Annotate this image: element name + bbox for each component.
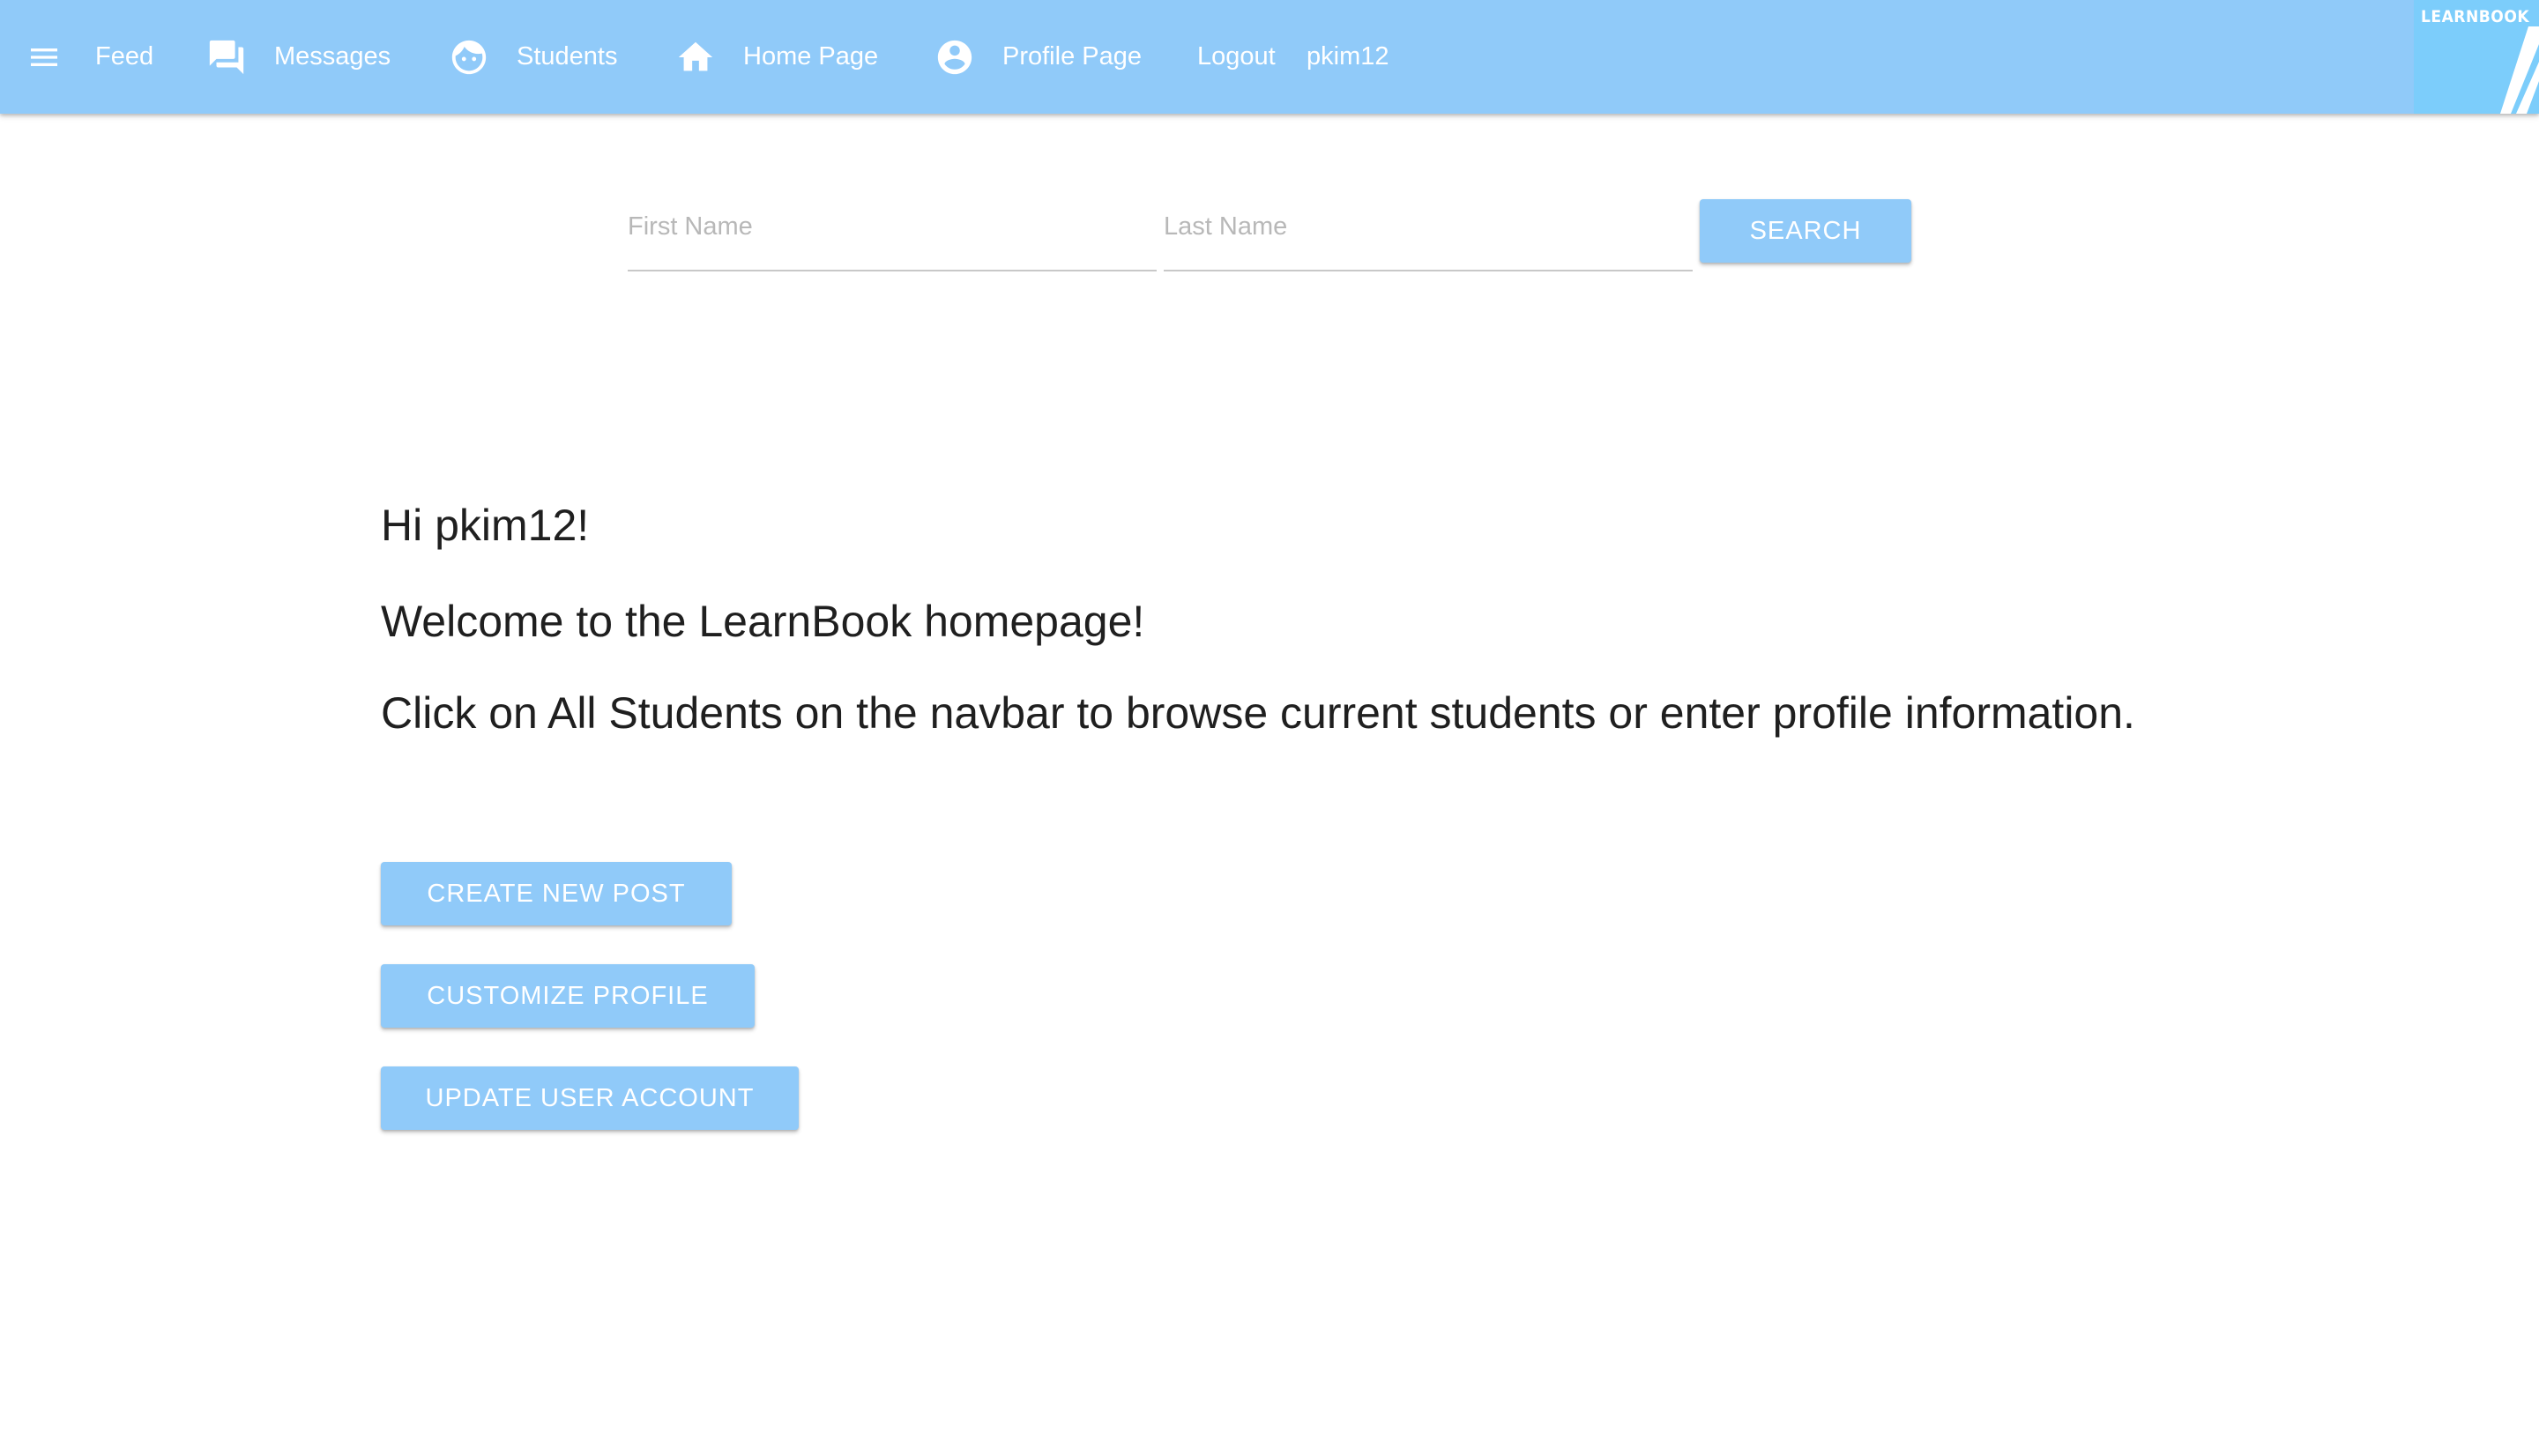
nav-profile-icon-button[interactable] xyxy=(934,0,975,114)
nav-username: pkim12 xyxy=(1307,0,1389,114)
nav-home-icon-button[interactable] xyxy=(675,0,716,114)
nav-home-link[interactable]: Home Page xyxy=(743,0,878,114)
first-name-field[interactable] xyxy=(628,194,1157,271)
create-new-post-button[interactable]: CREATE NEW POST xyxy=(381,862,732,925)
last-name-field[interactable] xyxy=(1164,194,1693,271)
nav-messages-label: Messages xyxy=(274,42,391,71)
welcome-heading: Welcome to the LearnBook homepage! xyxy=(381,597,1145,646)
nav-messages-icon-button[interactable] xyxy=(206,0,247,114)
nav-logout-label: Logout xyxy=(1197,42,1276,71)
nav-feed-link[interactable]: Feed xyxy=(95,0,153,114)
search-button-label: SEARCH xyxy=(1749,216,1862,245)
nav-profile-label: Profile Page xyxy=(1002,42,1142,71)
nav-profile-link[interactable]: Profile Page xyxy=(1002,0,1142,114)
first-name-input[interactable] xyxy=(628,194,1157,270)
search-button[interactable]: SEARCH xyxy=(1700,199,1911,263)
nav-students-link[interactable]: Students xyxy=(517,0,617,114)
nav-home-label: Home Page xyxy=(743,42,879,71)
create-new-post-label: CREATE NEW POST xyxy=(427,879,686,908)
nav-username-label: pkim12 xyxy=(1307,42,1389,71)
nav-messages-link[interactable]: Messages xyxy=(274,0,391,114)
account-circle-icon xyxy=(937,40,972,74)
menu-icon xyxy=(31,48,57,66)
nav-students-label: Students xyxy=(517,42,618,71)
update-user-account-label: UPDATE USER ACCOUNT xyxy=(425,1083,755,1112)
chat-icon xyxy=(209,40,244,74)
face-icon xyxy=(451,40,487,74)
last-name-input[interactable] xyxy=(1164,194,1693,270)
update-user-account-button[interactable]: UPDATE USER ACCOUNT xyxy=(381,1066,799,1130)
learnbook-logo[interactable]: LEARNBOOK xyxy=(2414,0,2539,114)
nav-students-icon-button[interactable] xyxy=(449,0,489,114)
logo-text: LEARNBOOK xyxy=(2421,7,2530,26)
customize-profile-label: CUSTOMIZE PROFILE xyxy=(427,981,709,1010)
customize-profile-button[interactable]: CUSTOMIZE PROFILE xyxy=(381,964,755,1028)
instructions-text: Click on All Students on the navbar to b… xyxy=(381,688,2135,738)
greeting-heading: Hi pkim12! xyxy=(381,501,590,550)
nav-feed-label: Feed xyxy=(95,42,154,71)
home-icon xyxy=(678,41,713,71)
menu-button[interactable] xyxy=(26,0,69,114)
top-navbar: Feed Messages Students Home Page Profile… xyxy=(0,0,2539,114)
nav-logout-link[interactable]: Logout xyxy=(1197,0,1276,114)
